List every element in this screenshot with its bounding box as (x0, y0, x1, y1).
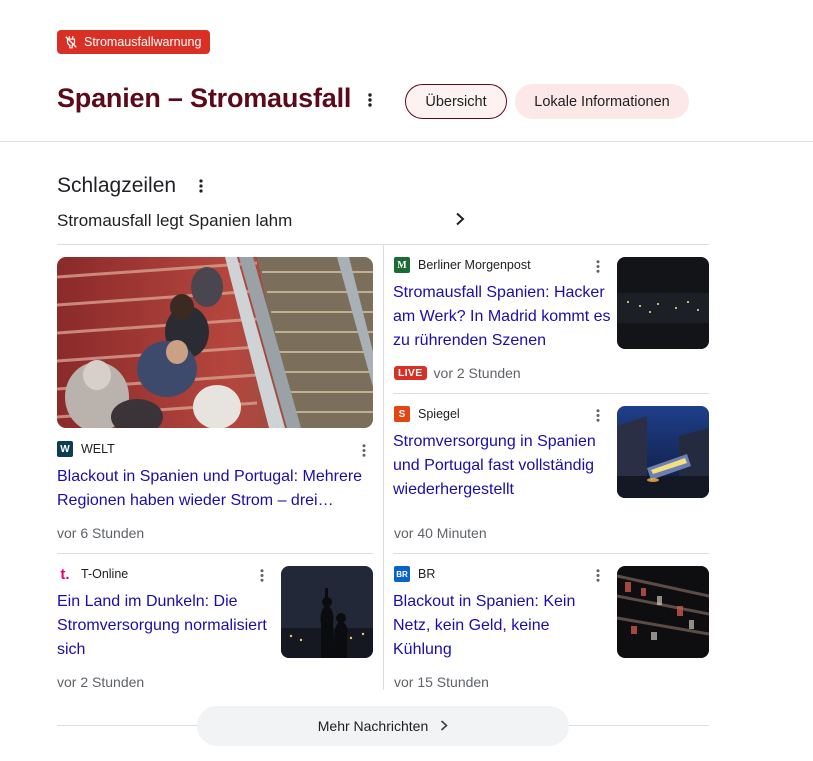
row-divider (393, 553, 709, 554)
source-name: Spiegel (418, 407, 460, 421)
chevron-right-icon (440, 718, 448, 734)
article-source: S Spiegel (394, 406, 460, 422)
story-link-label: Stromausfall legt Spanien lahm (57, 211, 293, 230)
article-time: vor 40 Minuten (394, 525, 487, 541)
article-time-label: vor 2 Stunden (433, 365, 521, 381)
story-link[interactable]: Stromausfall legt Spanien lahm (57, 209, 465, 233)
grid-column-divider (383, 245, 384, 690)
source-name: Berliner Morgenpost (418, 258, 531, 272)
tab-overview-label: Übersicht (425, 93, 487, 110)
source-logo-icon: t. (57, 566, 73, 583)
article-thumbnail[interactable] (617, 566, 709, 658)
title-more-icon[interactable] (360, 90, 380, 110)
article-thumbnail[interactable] (617, 257, 709, 349)
power-off-icon (64, 35, 78, 49)
article-more-icon[interactable] (354, 440, 374, 460)
source-name: WELT (81, 442, 115, 456)
article-headline[interactable]: Ein Land im Dunkeln: Die Stromversorgung… (57, 590, 275, 662)
source-logo-icon: M (394, 257, 410, 273)
tab-local-info[interactable]: Lokale Informationen (515, 84, 689, 119)
article-time-label: vor 40 Minuten (394, 525, 487, 541)
article-headline[interactable]: Stromausfall Spanien: Hacker am Werk? In… (393, 281, 611, 353)
article-time: vor 15 Stunden (394, 674, 489, 690)
article-thumbnail[interactable] (617, 406, 709, 498)
article-source: W WELT (57, 441, 115, 457)
article-hero-image[interactable] (57, 257, 373, 428)
row-divider (393, 393, 709, 394)
article-time: LIVE vor 2 Stunden (394, 365, 521, 381)
row-divider (57, 553, 373, 554)
alert-badge[interactable]: Stromausfallwarnung (57, 30, 211, 54)
source-logo-icon: S (394, 406, 410, 422)
header-divider (0, 141, 813, 142)
article-time: vor 2 Stunden (57, 674, 144, 690)
tab-local-info-label: Lokale Informationen (534, 93, 670, 110)
section-title: Schlagzeilen (57, 174, 177, 197)
article-time-label: vor 6 Stunden (57, 525, 145, 541)
article-headline[interactable]: Blackout in Spanien: Kein Netz, kein Gel… (393, 590, 611, 662)
article-headline[interactable]: Blackout in Spanien und Portugal: Mehrer… (57, 465, 369, 513)
live-badge: LIVE (394, 366, 427, 380)
alert-label: Stromausfallwarnung (84, 35, 202, 49)
article-time-label: vor 2 Stunden (57, 674, 145, 690)
article-more-icon[interactable] (588, 405, 608, 425)
section-more-icon[interactable] (191, 176, 211, 196)
article-source: t. T-Online (57, 566, 129, 583)
source-logo-icon: BR (394, 566, 410, 582)
source-name: T-Online (81, 567, 129, 581)
tab-overview[interactable]: Übersicht (405, 84, 507, 119)
article-time: vor 6 Stunden (57, 525, 144, 541)
source-logo-icon: W (57, 441, 73, 457)
article-headline[interactable]: Stromversorgung in Spanien und Portugal … (393, 430, 611, 502)
article-time-label: vor 15 Stunden (394, 674, 489, 690)
more-news-label: Mehr Nachrichten (317, 718, 429, 734)
article-more-icon[interactable] (588, 256, 608, 276)
article-more-icon[interactable] (588, 565, 608, 585)
chevron-right-icon (455, 212, 465, 231)
more-news-button[interactable]: Mehr Nachrichten (197, 706, 569, 746)
article-thumbnail[interactable] (281, 566, 373, 658)
article-source: BR BR (394, 566, 435, 582)
source-name: BR (418, 567, 436, 581)
article-more-icon[interactable] (252, 565, 272, 585)
article-source: M Berliner Morgenpost (394, 257, 531, 273)
page-title: Spanien – Stromausfall (57, 83, 352, 113)
